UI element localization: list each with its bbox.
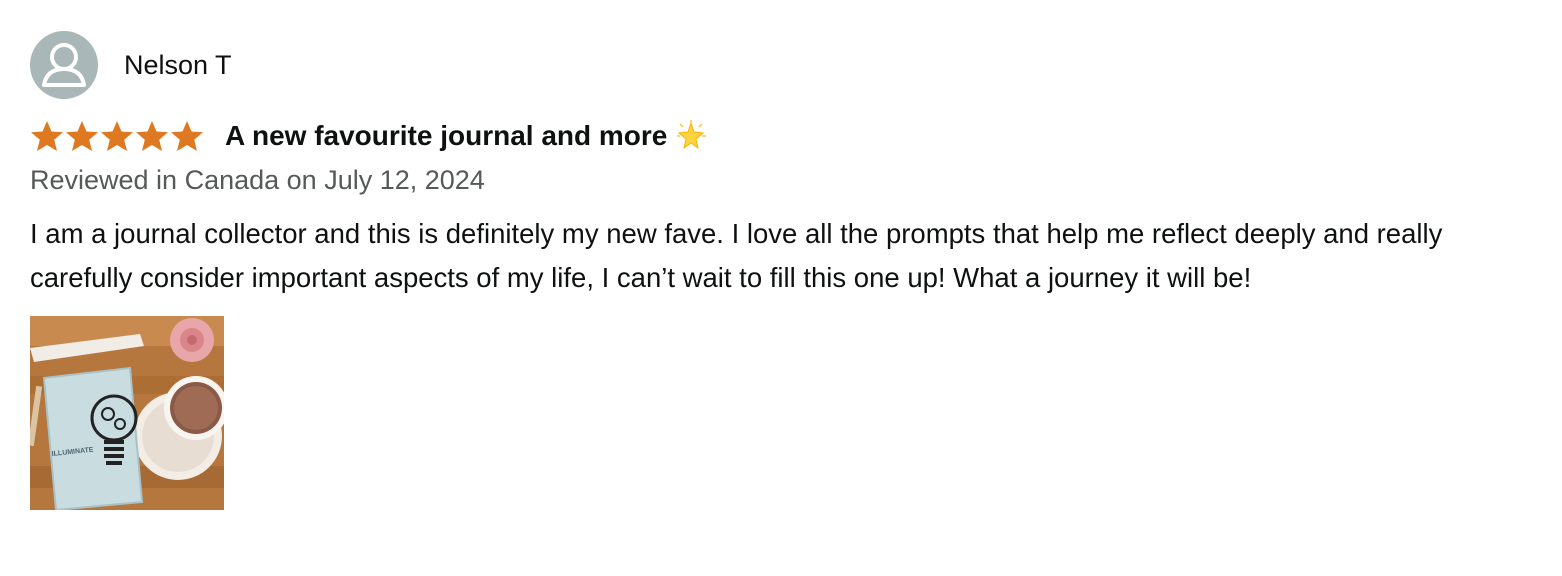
star-icon — [171, 121, 203, 151]
star-icon — [101, 121, 133, 151]
customer-review: Nelson T A new favourite journal and mor… — [30, 30, 1540, 510]
review-title-row: A new favourite journal and more — [30, 114, 1540, 158]
star-icon — [66, 121, 98, 151]
review-date: Reviewed in Canada on July 12, 2024 — [30, 165, 485, 195]
review-photo[interactable]: ILLUMINATE — [30, 316, 224, 510]
default-user-avatar-icon[interactable] — [30, 31, 98, 99]
review-body-text: I am a journal collector and this is def… — [30, 218, 1443, 293]
star-icon — [31, 121, 63, 151]
star-rating[interactable] — [30, 120, 205, 152]
reviewer-name[interactable]: Nelson T — [124, 50, 232, 81]
reviewer-profile[interactable]: Nelson T — [30, 30, 1540, 100]
review-title[interactable]: A new favourite journal and more — [225, 120, 667, 152]
glowing-star-icon — [677, 120, 707, 150]
star-icon — [136, 121, 168, 151]
